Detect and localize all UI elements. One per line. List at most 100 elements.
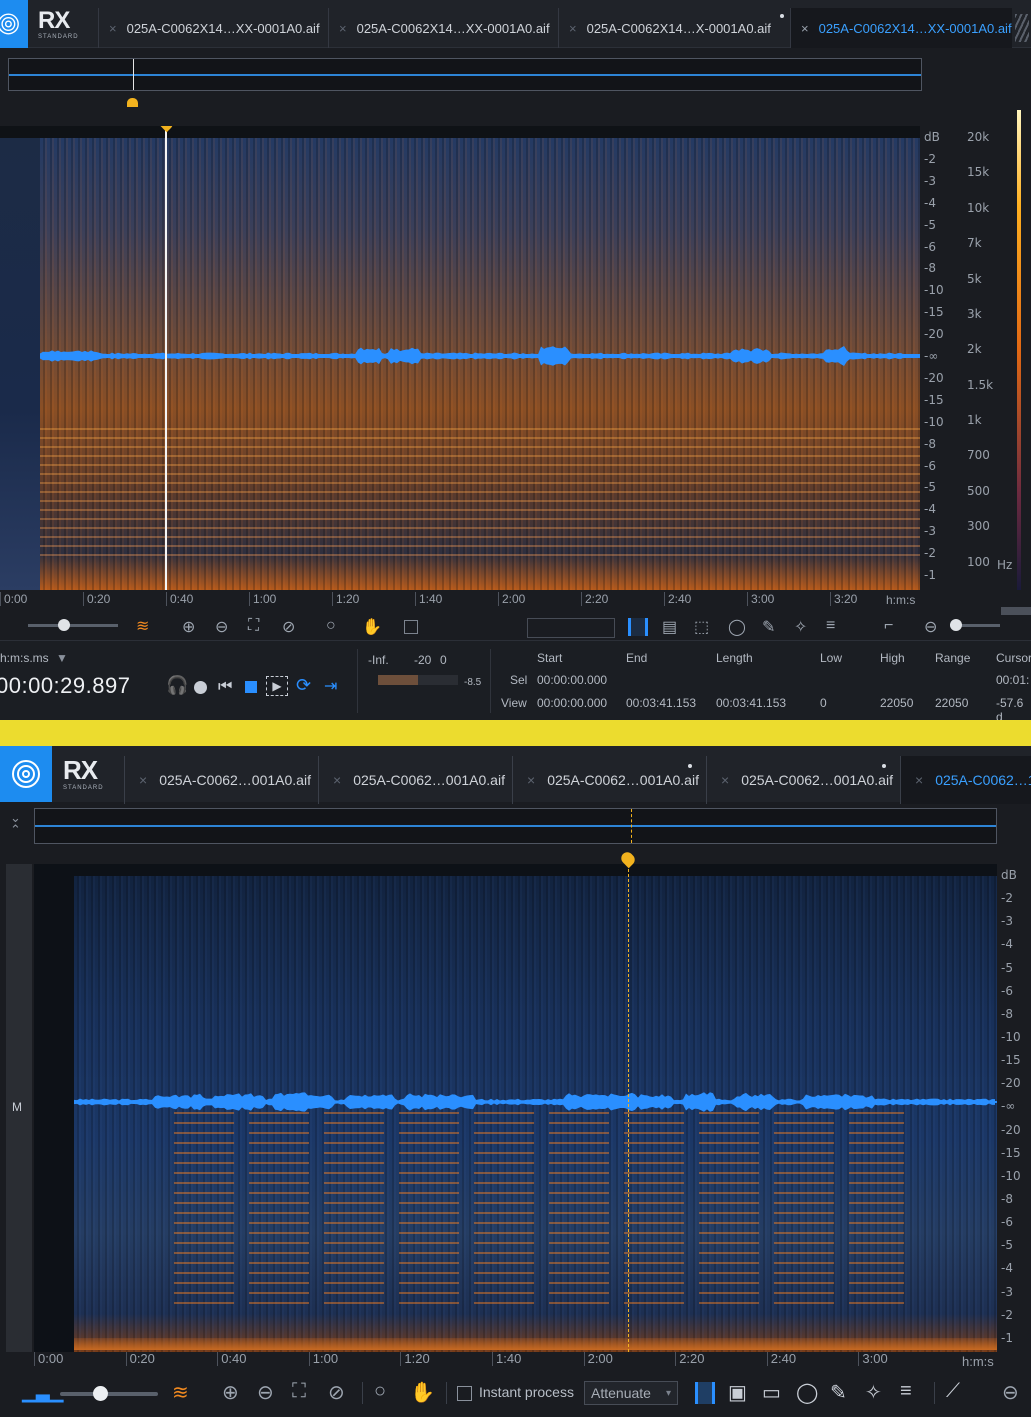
tab-label: 025A-C0062…1 <box>935 772 1031 788</box>
zoom-reset-icon[interactable]: ⊘ <box>282 617 295 637</box>
time-selection-icon[interactable] <box>695 1382 715 1404</box>
zoom-out-icon[interactable]: ⊖ <box>215 617 228 637</box>
freq-zoom-thumb[interactable] <box>950 619 962 631</box>
record-button[interactable] <box>194 681 207 694</box>
lasso-icon[interactable]: ◯ <box>796 1380 818 1405</box>
view-end-field[interactable]: 00:03:41.153 <box>626 696 696 710</box>
zoom-selection-icon[interactable]: ⛶ <box>292 1380 306 1403</box>
close-tab-icon[interactable]: × <box>109 21 117 36</box>
close-tab-icon[interactable]: × <box>801 21 809 36</box>
instant-process-checkbox[interactable] <box>457 1385 472 1401</box>
file-tab-3[interactable]: × 025A-C0062X14…X-0001A0.aif <box>558 8 790 48</box>
freq-selection-icon[interactable]: ▣ <box>728 1380 747 1405</box>
spectrogram-toggle-icon[interactable]: ≋ <box>172 1380 189 1405</box>
tab-scroll-grip-icon[interactable] <box>1015 14 1029 42</box>
time-tick-label: 0:40 <box>217 1352 247 1366</box>
monitor-icon[interactable]: 🎧 <box>166 675 188 696</box>
low-field[interactable]: 0 <box>820 696 827 710</box>
loop-button[interactable]: ⟳ <box>296 675 311 696</box>
spectrogram-toggle-icon[interactable]: ≋ <box>136 616 149 636</box>
range-field[interactable]: 22050 <box>935 696 968 710</box>
sel-start-field[interactable]: 00:00:00.000 <box>537 673 607 687</box>
magic-wand-icon[interactable]: ✧ <box>794 617 807 637</box>
brush-icon[interactable]: ✎ <box>830 1380 847 1405</box>
freq-selection-icon[interactable]: ▤ <box>662 617 677 637</box>
rect-selection-icon[interactable]: ⬚ <box>694 617 709 637</box>
time-ruler[interactable]: 0:00 0:20 0:40 1:00 1:20 1:40 2:00 2:20 2:40 3:00… <box>0 592 920 608</box>
harmonic-icon[interactable]: ≡ <box>900 1380 912 1403</box>
close-tab-icon[interactable]: × <box>915 772 923 788</box>
pencil-icon[interactable]: ⟋ <box>946 1380 960 1403</box>
zoom-selection-icon[interactable]: ⛶ <box>248 617 259 635</box>
playhead-line[interactable] <box>164 126 167 590</box>
lasso-icon[interactable]: ◯ <box>728 617 746 637</box>
attenuate-dropdown[interactable] <box>527 618 615 638</box>
waveform-overview[interactable] <box>8 58 922 91</box>
scale-label: dB <box>1001 868 1017 882</box>
zoom-slider-thumb[interactable] <box>58 619 70 631</box>
zoom-out-icon[interactable]: ⊖ <box>257 1380 274 1405</box>
hand-tool-icon[interactable]: ✋ <box>410 1380 435 1405</box>
vertical-scrollbar[interactable] <box>1001 607 1031 615</box>
file-tab-1[interactable]: × 025A-C0062X14…XX-0001A0.aif <box>98 8 328 48</box>
file-tab-2[interactable]: × 025A-C0062X14…XX-0001A0.aif <box>328 8 558 48</box>
close-tab-icon[interactable]: × <box>339 21 347 36</box>
zoom-slider-thumb[interactable] <box>93 1386 108 1401</box>
file-tab-4[interactable]: × 025A-C0062…001A0.aif <box>706 756 900 804</box>
zoom-tool-icon[interactable]: ○ <box>326 617 336 635</box>
hand-tool-icon[interactable]: ✋ <box>362 617 382 637</box>
time-display: 00:00:29.897 <box>0 673 131 698</box>
zoom-in-icon[interactable]: ⊕ <box>222 1380 239 1405</box>
waveform-overlay <box>40 346 920 366</box>
close-tab-icon[interactable]: × <box>527 772 535 788</box>
scale-label: -5 <box>924 480 936 495</box>
instant-process-toggle[interactable]: Instant process <box>457 1384 574 1401</box>
file-tab-4[interactable]: × 025A-C0062X14…XX-0001A0.aif <box>790 8 1012 48</box>
scroll-follow-button[interactable]: ⇥ <box>324 676 337 696</box>
zoom-reset-icon[interactable]: ⊘ <box>328 1380 345 1405</box>
bottom-toolbar: ▁▃▁ ≋ ⊕ ⊖ ⛶ ⊘ ○ ✋ Instant process Attenu… <box>0 1376 1031 1410</box>
overview-playhead[interactable] <box>133 59 134 90</box>
harmonic-icon[interactable]: ≡ <box>826 617 835 635</box>
view-length-field[interactable]: 00:03:41.153 <box>716 696 786 710</box>
playhead-marker-icon[interactable] <box>156 126 176 133</box>
collapse-overview-icon[interactable]: ⌄ ⌃ <box>10 811 21 836</box>
freq-zoom-out-icon[interactable]: ⊖ <box>924 617 937 637</box>
freq-zoom-icon[interactable]: ⊖ <box>1002 1380 1019 1405</box>
file-tab-3[interactable]: × 025A-C0062…001A0.aif <box>512 756 706 804</box>
waveform-overview[interactable] <box>34 808 997 844</box>
rect-selection-icon[interactable]: ▭ <box>762 1380 781 1405</box>
pencil-icon[interactable]: ⌐ <box>884 617 893 635</box>
waveform-toggle-icon[interactable]: ▁▃▁ <box>22 1382 64 1403</box>
attenuate-dropdown[interactable]: Attenuate ▾ <box>584 1381 678 1405</box>
zoom-tool-icon[interactable]: ○ <box>374 1380 386 1403</box>
play-selection-button[interactable]: ▶ <box>266 676 288 696</box>
time-tick-label: 2:20 <box>675 1352 705 1366</box>
overview-playhead[interactable] <box>631 809 632 843</box>
stop-button[interactable] <box>245 681 257 693</box>
magic-wand-icon[interactable]: ✧ <box>865 1380 882 1405</box>
file-tab-2[interactable]: × 025A-C0062…001A0.aif <box>318 756 512 804</box>
overview-marker-icon[interactable] <box>127 98 138 107</box>
skip-back-button[interactable]: ⏮ <box>218 678 232 696</box>
logo-text: RX <box>63 755 98 785</box>
file-tab-1[interactable]: × 025A-C0062…001A0.aif <box>124 756 318 804</box>
zoom-in-icon[interactable]: ⊕ <box>182 617 195 637</box>
time-selection-icon[interactable] <box>628 618 648 636</box>
file-tab-5[interactable]: × 025A-C0062…1 <box>900 756 1031 804</box>
spectrogram-view[interactable] <box>34 864 997 1352</box>
high-field[interactable]: 22050 <box>880 696 913 710</box>
instant-process-checkbox[interactable] <box>404 620 418 634</box>
close-tab-icon[interactable]: × <box>721 772 729 788</box>
brush-icon[interactable]: ✎ <box>762 617 775 637</box>
zoom-slider[interactable] <box>60 1392 158 1396</box>
close-tab-icon[interactable]: × <box>139 772 147 788</box>
close-tab-icon[interactable]: × <box>333 772 341 788</box>
zoom-slider[interactable] <box>28 624 118 627</box>
view-start-field[interactable]: 00:00:00.000 <box>537 696 607 710</box>
playhead-line[interactable] <box>627 864 629 1352</box>
time-ruler[interactable]: 0:00 0:20 0:40 1:00 1:20 1:40 2:00 2:20 2:40 3:00 <box>34 1352 997 1370</box>
close-tab-icon[interactable]: × <box>569 21 577 36</box>
spectrogram-view[interactable] <box>0 126 920 590</box>
time-format-dropdown[interactable]: h:m:s.ms ▼ <box>0 651 68 665</box>
